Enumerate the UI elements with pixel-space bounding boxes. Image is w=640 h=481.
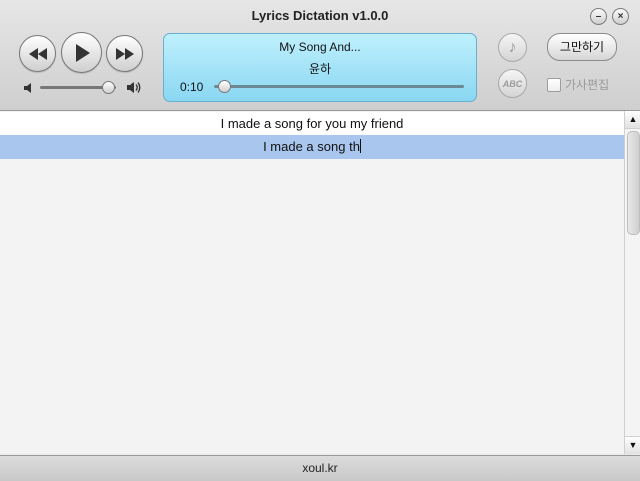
scroll-down-button[interactable]: ▼ (625, 436, 640, 454)
now-playing-display: My Song And... 윤하 0:10 (163, 33, 477, 102)
scroll-up-button[interactable]: ▲ (625, 111, 640, 129)
close-button[interactable]: × (612, 8, 629, 25)
lyric-line: I made a song for you my friend (0, 112, 624, 136)
rewind-button[interactable] (19, 35, 56, 72)
song-title: My Song And... (279, 40, 361, 54)
volume-high-icon (127, 82, 141, 93)
edit-lyrics-checkbox[interactable] (547, 78, 561, 92)
rewind-icon (28, 47, 47, 60)
quit-button[interactable]: 그만하기 (547, 33, 617, 61)
fast-forward-icon (115, 47, 134, 60)
text-cursor (359, 139, 361, 153)
elapsed-time: 0:10 (180, 80, 204, 94)
vertical-scrollbar[interactable]: ▲ ▼ (624, 111, 640, 454)
scrollbar-thumb[interactable] (627, 131, 640, 235)
volume-slider-knob[interactable] (102, 81, 116, 94)
volume-low-icon (24, 83, 31, 93)
lyric-text: I made a song for you my friend (220, 116, 404, 131)
play-button[interactable] (61, 32, 102, 73)
status-text: xoul.kr (302, 461, 338, 475)
app-window: Lyrics Dictation v1.0.0 – × My Song And.… (0, 0, 640, 481)
toolbar: Lyrics Dictation v1.0.0 – × My Song And.… (0, 0, 640, 111)
spell-check-button[interactable]: ABC (498, 69, 527, 98)
minimize-button[interactable]: – (590, 8, 607, 25)
music-note-button[interactable]: ♪ (498, 33, 527, 62)
lyric-input-line[interactable]: I made a song th (0, 135, 624, 159)
fast-forward-button[interactable] (106, 35, 143, 72)
lyric-typed-text[interactable]: I made a song th (263, 139, 360, 154)
music-note-icon: ♪ (508, 38, 517, 56)
status-bar: xoul.kr (0, 455, 640, 481)
abc-icon: ABC (502, 78, 523, 89)
lyrics-area[interactable]: I made a song for you my friend I made a… (0, 111, 624, 454)
window-title: Lyrics Dictation v1.0.0 (251, 8, 389, 23)
seek-bar-track[interactable] (214, 85, 464, 88)
play-icon (75, 43, 90, 62)
edit-lyrics-label: 가사편집 (565, 78, 610, 92)
seek-bar-knob[interactable] (218, 80, 231, 93)
song-artist: 윤하 (308, 62, 332, 76)
